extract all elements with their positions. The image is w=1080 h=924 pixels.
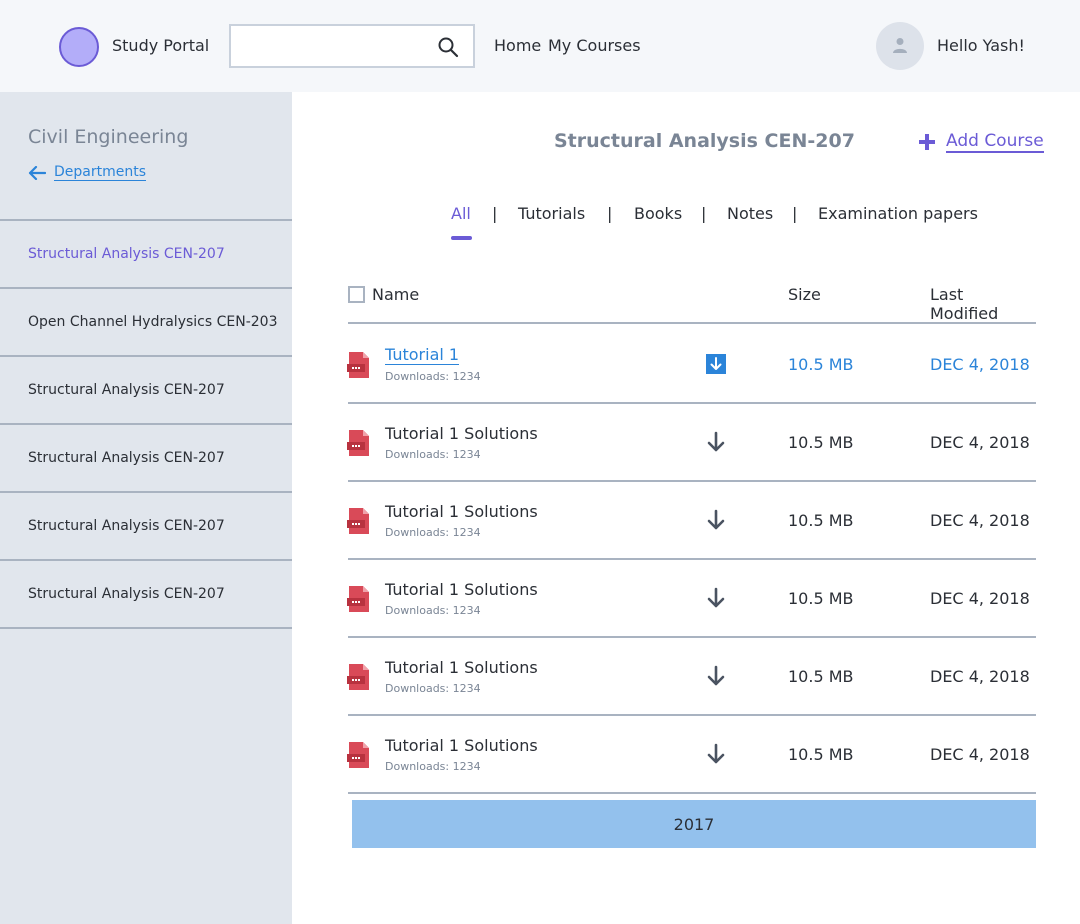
tab-separator: | [792,204,798,223]
column-header-size[interactable]: Size [788,285,821,304]
table-row[interactable]: Tutorial 1 Solutions Downloads: 1234 10.5 … [347,404,1036,482]
top-header: Study Portal Home My Courses Hello Yash! [0,0,1080,92]
tab-all[interactable]: All [451,204,471,223]
download-count: Downloads: 1234 [385,682,481,695]
departments-back-link[interactable]: Departments [28,164,147,181]
year-section-2017[interactable]: 2017 [352,800,1036,848]
file-name-link[interactable]: Tutorial 1 [385,346,460,365]
filter-tabs: All | Tutorials | Books | Notes | Examin… [0,204,1080,244]
table-row[interactable]: Tutorial 1 Solutions Downloads: 1234 10.5 … [347,482,1036,560]
tab-books[interactable]: Books [634,204,682,223]
pdf-file-icon [347,430,369,456]
logo-circle-icon[interactable] [59,27,99,67]
file-size: 10.5 MB [788,433,854,452]
download-count: Downloads: 1234 [385,526,481,539]
arrow-left-icon [28,165,46,180]
tab-tutorials[interactable]: Tutorials [518,204,585,223]
file-last-modified: DEC 4, 2018 [930,745,1030,764]
user-greeting: Hello Yash! [937,36,1025,55]
pdf-file-icon [347,664,369,690]
user-icon [893,38,907,53]
column-header-name[interactable]: Name [372,285,419,304]
tab-separator: | [607,204,613,223]
table-row[interactable]: Tutorial 1 Solutions Downloads: 1234 10.5 … [347,716,1036,794]
departments-link-label: Departments [54,164,147,181]
pdf-file-icon [347,508,369,534]
table-header: Name Size Last Modified [348,282,1036,324]
search-icon[interactable] [437,36,459,58]
file-name-link[interactable]: Tutorial 1 Solutions [385,502,538,521]
table-row[interactable]: Tutorial 1 Solutions Downloads: 1234 10.5 … [347,638,1036,716]
file-size: 10.5 MB [788,355,854,374]
add-course-button[interactable]: Add Course [918,131,1044,153]
search-input[interactable] [239,34,429,58]
pdf-file-icon [347,586,369,612]
download-arrow-icon[interactable] [705,743,727,765]
download-arrow-icon[interactable] [705,587,727,609]
table-row[interactable]: Tutorial 1 Solutions Downloads: 1234 10.5 … [347,560,1036,638]
sidebar-item-course[interactable]: Structural Analysis CEN-207 [0,561,292,629]
file-name-link[interactable]: Tutorial 1 Solutions [385,424,538,443]
department-title: Civil Engineering [28,126,189,148]
table-row[interactable]: Tutorial 1 Downloads: 1234 10.5 MB DEC 4, 2… [347,326,1036,404]
download-arrow-icon[interactable] [705,431,727,453]
active-tab-indicator [451,236,472,240]
tab-separator: | [701,204,707,223]
download-count: Downloads: 1234 [385,370,481,383]
plus-icon [919,134,935,150]
tab-notes[interactable]: Notes [727,204,773,223]
pdf-file-icon [347,742,369,768]
sidebar-item-course[interactable]: Structural Analysis CEN-207 [0,425,292,493]
course-list: Structural Analysis CEN-207 Open Channel… [0,219,292,629]
course-title: Structural Analysis CEN-207 [554,130,855,152]
file-name-link[interactable]: Tutorial 1 Solutions [385,658,538,677]
download-arrow-icon[interactable] [705,665,727,687]
search-box[interactable] [229,24,475,68]
tab-examination-papers[interactable]: Examination papers [818,204,978,223]
app-title[interactable]: Study Portal [112,36,209,55]
download-arrow-icon[interactable] [705,353,727,375]
nav-home-link[interactable]: Home [494,36,541,55]
download-count: Downloads: 1234 [385,760,481,773]
pdf-file-icon [347,352,369,378]
sidebar-item-course[interactable]: Open Channel Hydralysics CEN-203 [0,289,292,357]
file-size: 10.5 MB [788,511,854,530]
nav-my-courses-link[interactable]: My Courses [548,36,641,55]
file-size: 10.5 MB [788,667,854,686]
column-header-last-modified[interactable]: Last Modified [930,285,1036,323]
select-all-checkbox[interactable] [348,286,365,303]
file-name-link[interactable]: Tutorial 1 Solutions [385,580,538,599]
sidebar-item-course[interactable]: Structural Analysis CEN-207 [0,493,292,561]
file-last-modified: DEC 4, 2018 [930,355,1030,374]
file-last-modified: DEC 4, 2018 [930,433,1030,452]
file-last-modified: DEC 4, 2018 [930,511,1030,530]
download-arrow-icon[interactable] [705,509,727,531]
file-last-modified: DEC 4, 2018 [930,589,1030,608]
file-name-link[interactable]: Tutorial 1 Solutions [385,736,538,755]
download-count: Downloads: 1234 [385,448,481,461]
avatar[interactable] [876,22,924,70]
tab-separator: | [492,204,498,223]
file-last-modified: DEC 4, 2018 [930,667,1030,686]
file-size: 10.5 MB [788,589,854,608]
file-size: 10.5 MB [788,745,854,764]
add-course-label: Add Course [946,131,1044,153]
sidebar-item-course[interactable]: Structural Analysis CEN-207 [0,357,292,425]
download-count: Downloads: 1234 [385,604,481,617]
